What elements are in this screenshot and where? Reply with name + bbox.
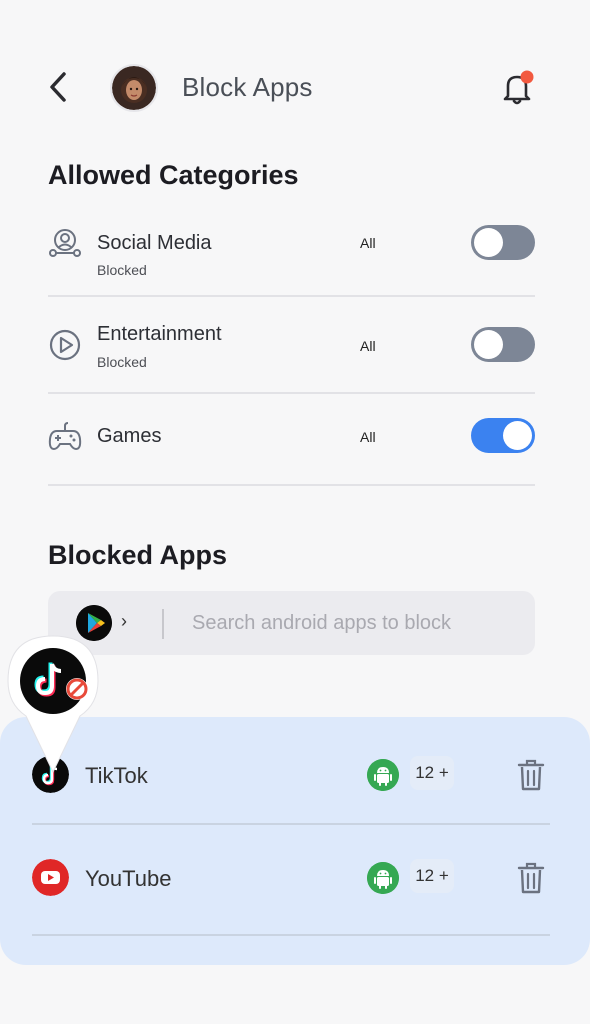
android-icon	[367, 759, 399, 791]
page-title: Block Apps	[182, 72, 313, 102]
category-scope: All	[360, 338, 376, 354]
category-scope: All	[360, 429, 376, 445]
age-rating-badge: 12 +	[410, 756, 454, 790]
category-name: Entertainment	[97, 323, 222, 345]
divider	[48, 295, 535, 297]
trash-icon[interactable]	[516, 861, 546, 895]
play-circle-icon	[49, 329, 81, 361]
divider	[32, 823, 550, 825]
notification-dot	[520, 70, 534, 84]
category-status: Blocked	[97, 262, 147, 278]
category-name: Social Media	[97, 232, 212, 254]
store-chevron[interactable]: ›	[121, 611, 127, 632]
avatar[interactable]	[110, 64, 158, 112]
category-status: Blocked	[97, 354, 147, 370]
search-separator	[162, 609, 164, 639]
category-row-games: Games All	[48, 415, 535, 460]
bell-icon[interactable]	[498, 68, 538, 108]
toggle-games[interactable]	[471, 418, 535, 453]
blocked-app-row-youtube[interactable]: YouTube 12 +	[32, 843, 550, 913]
blocked-app-row-tiktok[interactable]: TikTok 12 +	[32, 740, 550, 810]
divider	[48, 484, 535, 486]
category-row-social-media: Social Media Blocked All	[48, 222, 535, 282]
app-search-bar: ›	[48, 591, 535, 655]
toggle-knob	[474, 228, 503, 257]
allowed-categories-title: Allowed Categories	[48, 160, 299, 190]
divider	[48, 392, 535, 394]
category-scope: All	[360, 235, 376, 251]
android-icon	[367, 862, 399, 894]
header: Block Apps	[0, 60, 590, 120]
category-name: Games	[97, 425, 162, 447]
social-media-icon	[49, 229, 81, 257]
toggle-entertainment[interactable]	[471, 327, 535, 362]
blocked-apps-title: Blocked Apps	[48, 540, 228, 570]
category-row-entertainment: Entertainment Blocked All	[48, 320, 535, 380]
gamepad-icon	[48, 422, 82, 451]
age-rating-badge: 12 +	[410, 859, 454, 893]
toggle-social-media[interactable]	[471, 225, 535, 260]
app-name: YouTube	[85, 866, 172, 891]
trash-icon[interactable]	[516, 758, 546, 792]
blocked-app-pin-icon	[7, 635, 99, 774]
chevron-left-icon[interactable]	[44, 70, 74, 104]
divider	[32, 934, 550, 936]
youtube-icon	[32, 859, 69, 896]
toggle-knob	[474, 330, 503, 359]
search-input[interactable]	[192, 605, 512, 641]
toggle-knob	[503, 421, 532, 450]
